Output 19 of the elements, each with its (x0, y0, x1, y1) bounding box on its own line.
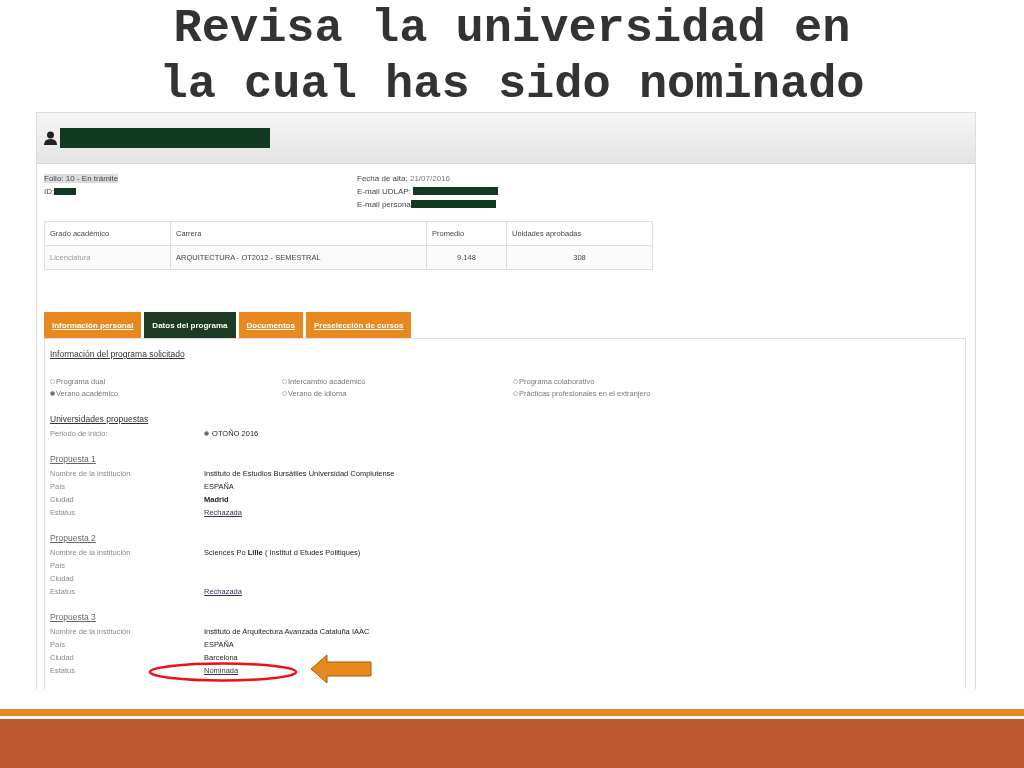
section-heading: Información del programa solicitado (50, 349, 185, 359)
date-label: Fecha de alta: (357, 173, 408, 183)
email-label: E-mail persona (357, 199, 411, 209)
redaction-bar (54, 187, 77, 195)
proposal-heading: Propuesta 1 (50, 454, 96, 464)
date-value: 21/07/2016 (409, 173, 450, 183)
tab[interactable]: Preselección de cursos (305, 312, 412, 338)
slide-title: Revisa la universidad en la cual has sido nominado (158, 1, 866, 113)
arrow-icon (310, 654, 372, 684)
user-icon (44, 131, 57, 145)
id-label: ID: (44, 186, 55, 196)
email-label: E-mail UDLAP: (357, 186, 411, 196)
folio-status: Folio: 10 - En trámite (44, 173, 119, 183)
proposal-heading: Propuesta 2 (50, 533, 96, 543)
section-heading: Universidades propuestas (50, 414, 149, 424)
tab[interactable]: Información personal (44, 312, 142, 338)
tab[interactable]: Documentos (238, 312, 303, 338)
tab[interactable]: Datos del programa (144, 312, 236, 338)
proposal-heading: Propuesta 3 (50, 612, 96, 622)
